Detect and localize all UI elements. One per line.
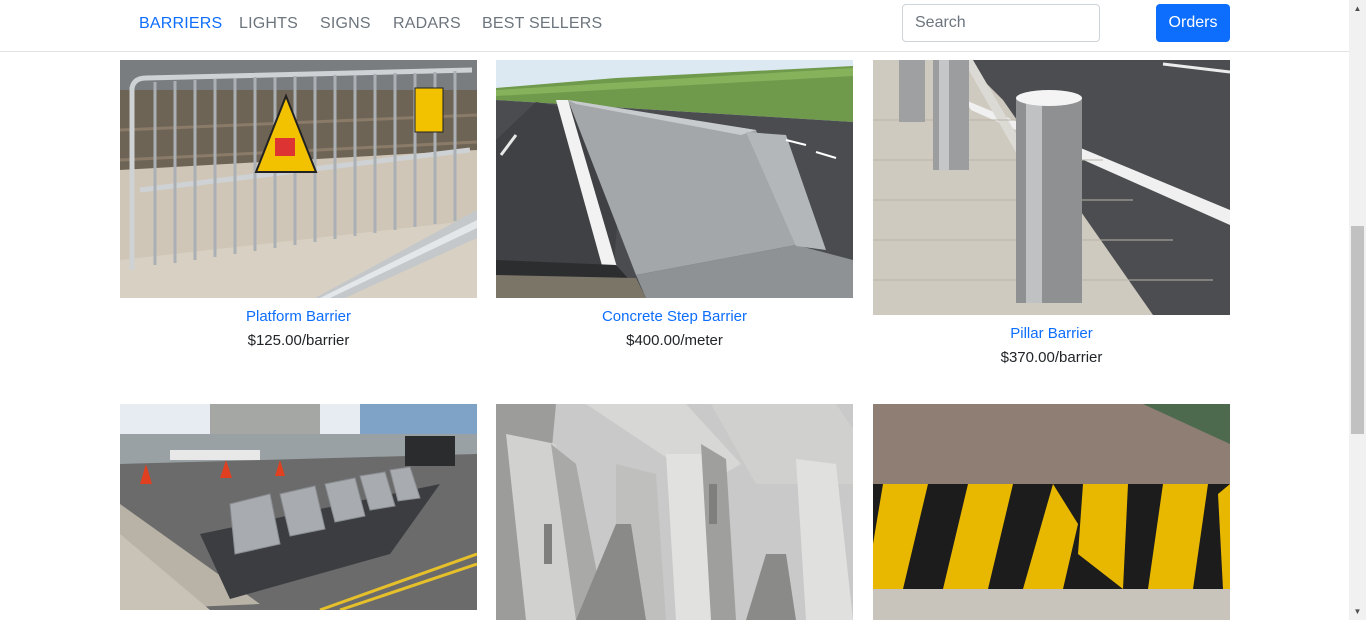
product-image-concrete-barrier-closeup[interactable] (496, 404, 853, 620)
product-image-speed-bump[interactable] (873, 404, 1230, 620)
scrollbar-thumb[interactable] (1351, 226, 1364, 434)
product-card (120, 404, 477, 620)
scroll-down-arrow-icon[interactable]: ▼ (1349, 603, 1366, 620)
nav-item-radars[interactable]: RADARS (393, 14, 461, 34)
top-navbar: BARRIERS LIGHTS SIGNS RADARS BEST SELLER… (0, 0, 1349, 52)
product-image-platform-barrier[interactable] (120, 60, 477, 298)
product-price: $125.00/barrier (247, 332, 350, 349)
search-input[interactable] (902, 4, 1100, 42)
nav-item-lights[interactable]: LIGHTS (239, 14, 298, 34)
nav-item-best-sellers[interactable]: BEST SELLERS (482, 14, 602, 34)
product-card (873, 404, 1230, 620)
orders-button[interactable]: Orders (1156, 4, 1230, 42)
product-price: $370.00/barrier (1000, 349, 1103, 366)
scroll-up-arrow-icon[interactable]: ▲ (1349, 0, 1366, 17)
product-image-pillar-barrier[interactable] (873, 60, 1230, 315)
product-card: Platform Barrier $125.00/barrier (120, 60, 477, 350)
product-image-wedge-barrier[interactable] (120, 404, 477, 610)
page-scrollbar[interactable]: ▲ ▼ (1349, 0, 1366, 620)
nav-item-barriers[interactable]: BARRIERS (139, 14, 222, 34)
product-title[interactable]: Concrete Step Barrier (496, 308, 853, 326)
product-card: Concrete Step Barrier $400.00/meter (496, 60, 853, 350)
nav-item-signs[interactable]: SIGNS (320, 14, 371, 34)
product-title[interactable]: Platform Barrier (120, 308, 477, 326)
product-price: $400.00/meter (626, 332, 723, 349)
product-image-concrete-step-barrier[interactable] (496, 60, 853, 298)
product-title[interactable]: Pillar Barrier (873, 325, 1230, 343)
product-card: Pillar Barrier $370.00/barrier (873, 60, 1230, 367)
product-card (496, 404, 853, 620)
